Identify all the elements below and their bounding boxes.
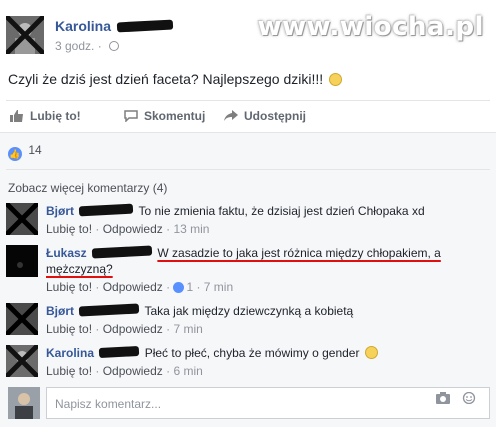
share-icon [224, 110, 238, 121]
comment-label: Skomentuj [144, 109, 206, 123]
comment-body: Bjørt To nie zmienia faktu, że dzisiaj j… [46, 203, 490, 237]
globe-icon [109, 41, 120, 51]
comment-author[interactable]: Karolina [46, 346, 94, 360]
avatar-image [6, 16, 44, 54]
comment-author[interactable]: Bjørt [46, 304, 74, 318]
comment-author[interactable]: Łukasz [46, 246, 87, 260]
comment-like-link[interactable]: Lubię to! [46, 322, 92, 336]
comment-time[interactable]: 7 min [204, 280, 233, 294]
author-avatar[interactable] [6, 16, 44, 54]
comment-text: To nie zmienia faktu, że dzisiaj jest dz… [138, 204, 425, 218]
comment-body: Karolina Płeć to płeć, chyba że mówimy o… [46, 345, 490, 379]
comment-text: Płeć to płeć, chyba że mówimy o gender [144, 346, 360, 360]
post-time[interactable]: 3 godz. [55, 39, 94, 53]
comment-button[interactable]: Skomentuj [124, 109, 205, 123]
comment-reply-link[interactable]: Odpowiedz [103, 222, 163, 236]
likes-summary[interactable]: 👍 14 [8, 143, 42, 161]
comment-time[interactable]: 6 min [173, 364, 202, 378]
sticker-icon[interactable] [462, 392, 476, 404]
avatar-image [6, 303, 38, 335]
thumbs-up-icon [10, 110, 23, 122]
commenter-avatar[interactable] [6, 303, 38, 335]
post-meta: 3 godz. · [55, 39, 120, 53]
like-button[interactable]: Lubię to! [10, 109, 81, 123]
comment-input-placeholder: Napisz komentarz... [55, 397, 162, 411]
comment-likes-count[interactable]: 1 [186, 280, 193, 294]
comment-input[interactable]: Napisz komentarz... [46, 387, 490, 419]
comment-actions: Lubię to! · Odpowiedz · 7 min [46, 322, 203, 336]
share-button[interactable]: Udostępnij [224, 109, 306, 123]
likes-count[interactable]: 14 [28, 143, 41, 157]
watermark: www.wiocha.pl [257, 12, 484, 42]
like-reaction-icon: 👍 [8, 147, 22, 161]
avatar-image [6, 203, 38, 235]
avatar-image [8, 387, 40, 419]
comment-actions: Lubię to! · Odpowiedz · 6 min [46, 364, 203, 378]
comment-author[interactable]: Bjørt [46, 204, 74, 218]
comment-actions: Lubię to! · Odpowiedz · 1 · 7 min [46, 280, 234, 294]
post-text: Czyli że dziś jest dzień faceta? Najleps… [8, 71, 343, 87]
like-reaction-icon [173, 282, 185, 293]
more-comments-link[interactable]: Zobacz więcej komentarzy (4) [8, 181, 167, 195]
comment-reply-link[interactable]: Odpowiedz [103, 280, 163, 294]
comment-time[interactable]: 7 min [173, 322, 202, 336]
post-actions: Lubię to! Skomentuj Udostępnij [6, 101, 490, 131]
post-author[interactable]: Karolina [55, 18, 175, 34]
redaction-mark [116, 19, 174, 33]
comment-reply-link[interactable]: Odpowiedz [103, 322, 163, 336]
smile-emoji-icon [329, 73, 343, 86]
comment-actions: Lubię to! · Odpowiedz · 13 min [46, 222, 210, 236]
comment-reply-link[interactable]: Odpowiedz [103, 364, 163, 378]
divider [6, 169, 490, 170]
comment-icon [124, 110, 138, 122]
post-author-name[interactable]: Karolina [55, 18, 111, 34]
current-user-avatar [8, 387, 40, 419]
commenter-avatar[interactable] [6, 345, 38, 377]
comment-like-link[interactable]: Lubię to! [46, 222, 92, 236]
smile-emoji-icon [364, 346, 378, 359]
avatar-image [6, 345, 38, 377]
commenter-avatar[interactable] [6, 245, 38, 277]
comment-body: Bjørt Taka jak między dziewczynką a kobi… [46, 303, 490, 337]
post-text-content: Czyli że dziś jest dzień faceta? Najleps… [8, 71, 324, 87]
avatar-image [6, 245, 38, 277]
comment-time[interactable]: 13 min [173, 222, 209, 236]
camera-icon[interactable] [436, 392, 450, 404]
redaction-mark [99, 345, 140, 359]
share-label: Udostępnij [244, 109, 306, 123]
redaction-mark [79, 303, 140, 317]
like-label: Lubię to! [30, 109, 81, 123]
comments-section: 👍 14 Zobacz więcej komentarzy (4) Bjørt … [0, 132, 496, 427]
redaction-mark [79, 203, 134, 217]
redaction-mark [91, 245, 153, 259]
comment-composer: Napisz komentarz... [6, 383, 490, 423]
comment-body: Łukasz W zasadzie to jaka jest różnica m… [46, 245, 490, 295]
comment-like-link[interactable]: Lubię to! [46, 280, 92, 294]
comment-like-link[interactable]: Lubię to! [46, 364, 92, 378]
commenter-avatar[interactable] [6, 203, 38, 235]
comment-text: Taka jak między dziewczynką a kobietą [144, 304, 354, 318]
